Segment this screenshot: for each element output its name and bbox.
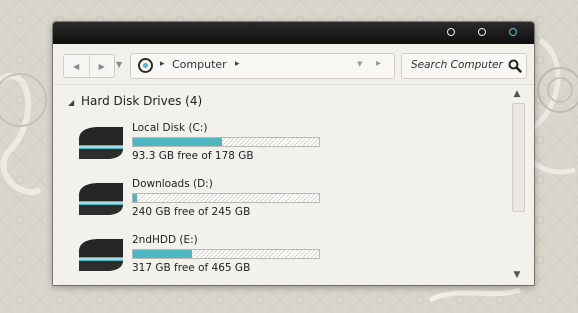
file-list-pane: ◢ Hard Disk Drives (4) Local Disk (C:) 9… bbox=[53, 84, 534, 285]
drive-name: Downloads (D:) bbox=[132, 178, 213, 190]
forward-arrow-icon: ▶ bbox=[98, 61, 105, 71]
drive-item[interactable]: Local Disk (C:) 93.3 GB free of 178 GB bbox=[77, 122, 327, 172]
vertical-scrollbar[interactable]: ▲ ▼ bbox=[509, 87, 525, 282]
history-buttons: ◀ ▶ bbox=[63, 54, 115, 78]
drive-free-space: 240 GB free of 245 GB bbox=[132, 206, 251, 218]
recent-pages-dropdown[interactable]: ▼ bbox=[116, 60, 122, 69]
drive-item[interactable]: 2ndHDD (E:) 317 GB free of 465 GB bbox=[77, 234, 327, 284]
title-bar[interactable] bbox=[53, 22, 534, 44]
minimize-button[interactable] bbox=[447, 28, 455, 36]
drive-usage-bar bbox=[132, 249, 320, 259]
drive-name: Local Disk (C:) bbox=[132, 122, 208, 134]
drive-item[interactable]: Downloads (D:) 240 GB free of 245 GB bbox=[77, 178, 327, 228]
close-button[interactable] bbox=[509, 28, 517, 36]
search-box[interactable]: Search Computer bbox=[401, 53, 527, 79]
search-icon[interactable] bbox=[508, 59, 522, 73]
refresh-icon[interactable]: ▸ bbox=[376, 58, 381, 69]
address-dropdown-icon[interactable]: ▼ bbox=[357, 60, 362, 68]
drive-free-space: 93.3 GB free of 178 GB bbox=[132, 150, 254, 162]
back-button[interactable]: ◀ bbox=[64, 55, 89, 77]
back-arrow-icon: ◀ bbox=[73, 61, 80, 71]
forward-button[interactable]: ▶ bbox=[88, 55, 115, 77]
breadcrumb-chevron-icon[interactable]: ▸ bbox=[235, 59, 240, 69]
group-header[interactable]: Hard Disk Drives (4) bbox=[81, 94, 202, 108]
breadcrumb-computer[interactable]: Computer bbox=[172, 58, 227, 71]
computer-location-icon bbox=[138, 58, 153, 73]
scroll-up-icon[interactable]: ▲ bbox=[509, 87, 525, 101]
drive-usage-fill bbox=[133, 250, 193, 258]
maximize-button[interactable] bbox=[478, 28, 486, 36]
drive-free-space: 317 GB free of 465 GB bbox=[132, 262, 251, 274]
hard-drive-icon bbox=[79, 127, 123, 159]
collapse-arrow-icon[interactable]: ◢ bbox=[68, 98, 74, 107]
drive-usage-bar bbox=[132, 193, 320, 203]
drive-name: 2ndHDD (E:) bbox=[132, 234, 198, 246]
hard-drive-icon bbox=[79, 183, 123, 215]
hard-drive-icon bbox=[79, 239, 123, 271]
search-input[interactable]: Search Computer bbox=[411, 59, 503, 71]
scroll-thumb[interactable] bbox=[512, 103, 525, 212]
scroll-down-icon[interactable]: ▼ bbox=[509, 268, 525, 282]
drive-usage-fill bbox=[133, 194, 137, 202]
drive-usage-bar bbox=[132, 137, 320, 147]
drive-usage-fill bbox=[133, 138, 222, 146]
address-bar[interactable]: ▸ Computer ▸ ▼ ▸ bbox=[130, 53, 395, 79]
breadcrumb-separator-icon[interactable]: ▸ bbox=[160, 59, 165, 69]
explorer-window: ◀ ▶ ▼ ▸ Computer ▸ ▼ ▸ Search Computer ◢… bbox=[53, 22, 534, 285]
